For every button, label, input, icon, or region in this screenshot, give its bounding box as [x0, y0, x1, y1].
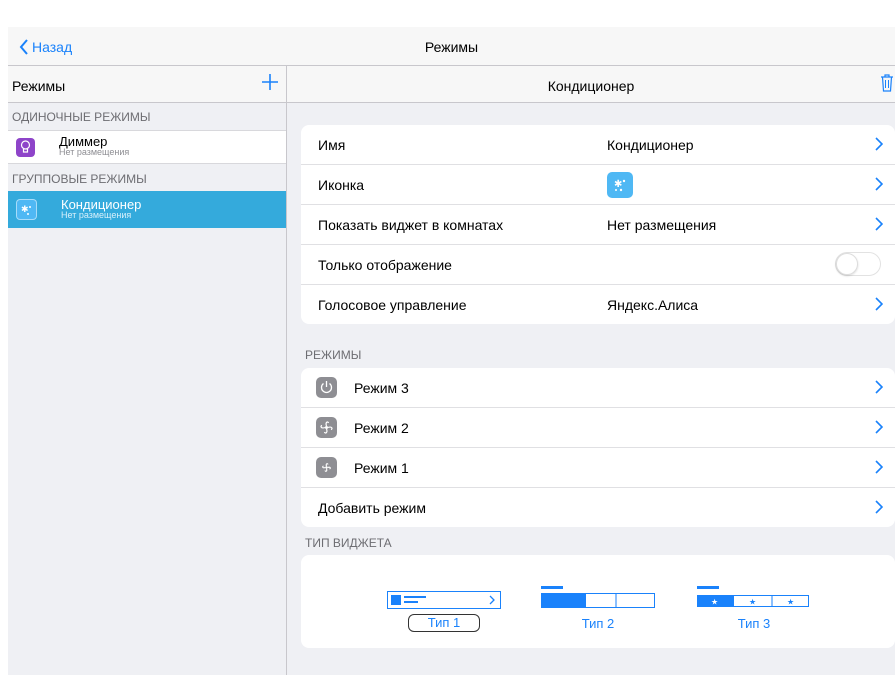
- chevron-right-icon: [875, 177, 883, 191]
- modes-card: Режим 3 Режим 2 Режим 1 Добавить режим: [301, 368, 895, 527]
- svg-text:★: ★: [787, 598, 794, 607]
- row-label: Только отображение: [318, 256, 452, 273]
- chevron-right-icon: [875, 217, 883, 231]
- chevron-right-icon: [875, 420, 883, 434]
- mode-label: Режим 3: [354, 379, 409, 396]
- chevron-right-icon: [875, 500, 883, 514]
- widget-type-card: Тип 1 Тип 2 ★ ★ ★ Тип 3: [301, 555, 895, 648]
- sidebar: Режимы ОДИНОЧНЫЕ РЕЖИМЫ Диммер Нет разме…: [8, 66, 287, 675]
- widget-type-section-header: ТИП ВИДЖЕТА: [305, 536, 392, 550]
- back-button[interactable]: Назад: [19, 39, 72, 55]
- detail-pane: Кондиционер Имя Кондиционер Иконка ✱ Пок…: [287, 66, 895, 675]
- voice-control-row[interactable]: Голосовое управление Яндекс.Алиса: [301, 285, 895, 324]
- row-value: Нет размещения: [607, 216, 717, 233]
- sidebar-item-title: Диммер: [59, 134, 108, 149]
- row-label: Имя: [318, 136, 346, 153]
- chevron-right-icon: [875, 137, 883, 151]
- sidebar-title: Режимы: [12, 78, 66, 94]
- snowflake-icon: ✱: [607, 171, 633, 198]
- widget-type-label: Тип 1: [408, 614, 480, 632]
- section-header-group: ГРУППОВЫЕ РЕЖИМЫ: [12, 172, 147, 186]
- fan-icon: [316, 457, 337, 478]
- row-label: Показать виджет в комнатах: [318, 216, 504, 233]
- nav-title: Режимы: [424, 39, 479, 55]
- widget-type-label: Тип 3: [737, 616, 771, 631]
- display-only-row: Только отображение: [301, 245, 895, 285]
- toggle-knob: [836, 253, 858, 275]
- modes-section-header: РЕЖИМЫ: [305, 348, 362, 362]
- row-value: Кондиционер: [607, 136, 694, 153]
- sidebar-item-subtitle: Нет размещения: [59, 147, 130, 157]
- section-header-single: ОДИНОЧНЫЕ РЕЖИМЫ: [12, 110, 151, 124]
- mode-label: Режим 1: [354, 459, 409, 476]
- navigation-bar: Режимы Назад: [8, 27, 895, 66]
- widget-type-3[interactable]: ★ ★ ★ Тип 3: [697, 586, 811, 631]
- properties-card: Имя Кондиционер Иконка ✱ Показать виджет…: [301, 125, 895, 324]
- sidebar-header: Режимы: [8, 66, 286, 103]
- svg-text:✱: ✱: [614, 179, 622, 190]
- add-mode-row[interactable]: Добавить режим: [301, 488, 895, 527]
- back-button-label: Назад: [32, 39, 73, 55]
- svg-text:★: ★: [711, 598, 718, 607]
- detail-header: Кондиционер: [287, 66, 895, 103]
- widget-type-1-preview: [387, 591, 501, 609]
- add-mode-label: Добавить режим: [318, 499, 426, 516]
- chevron-left-icon: [19, 39, 28, 55]
- mode-row[interactable]: Режим 2: [301, 408, 895, 448]
- row-label: Иконка: [318, 176, 365, 193]
- chevron-right-icon: [875, 297, 883, 311]
- mode-row[interactable]: Режим 1: [301, 448, 895, 488]
- widget-type-2[interactable]: Тип 2: [541, 586, 655, 631]
- chevron-right-icon: [875, 460, 883, 474]
- svg-text:★: ★: [749, 598, 756, 607]
- mode-label: Режим 2: [354, 419, 409, 436]
- fan-icon: [316, 417, 337, 438]
- power-icon: [316, 377, 337, 398]
- show-widget-row[interactable]: Показать виджет в комнатах Нет размещени…: [301, 205, 895, 245]
- display-only-toggle[interactable]: [835, 252, 881, 276]
- widget-type-1[interactable]: Тип 1: [387, 591, 501, 632]
- lightbulb-icon: [16, 137, 35, 157]
- widget-type-3-preview: ★ ★ ★: [697, 586, 809, 607]
- row-value: Яндекс.Алиса: [607, 296, 699, 313]
- name-row[interactable]: Имя Кондиционер: [301, 125, 895, 165]
- widget-type-label: Тип 2: [581, 616, 615, 631]
- sidebar-item-subtitle: Нет размещения: [61, 209, 132, 220]
- snowflake-icon: ✱: [16, 199, 37, 220]
- add-icon[interactable]: [258, 70, 282, 94]
- trash-icon[interactable]: [880, 74, 894, 92]
- row-label: Голосовое управление: [318, 296, 467, 313]
- sidebar-item-title: Кондиционер: [61, 196, 142, 212]
- sidebar-item-conditioner[interactable]: ✱ Кондиционер Нет размещения: [8, 191, 286, 228]
- mode-row[interactable]: Режим 3: [301, 368, 895, 408]
- chevron-right-icon: [875, 380, 883, 394]
- widget-type-2-preview: [541, 586, 655, 608]
- icon-row[interactable]: Иконка ✱: [301, 165, 895, 205]
- detail-title: Кондиционер: [547, 78, 635, 94]
- sidebar-item-dimmer[interactable]: Диммер Нет размещения: [8, 130, 286, 164]
